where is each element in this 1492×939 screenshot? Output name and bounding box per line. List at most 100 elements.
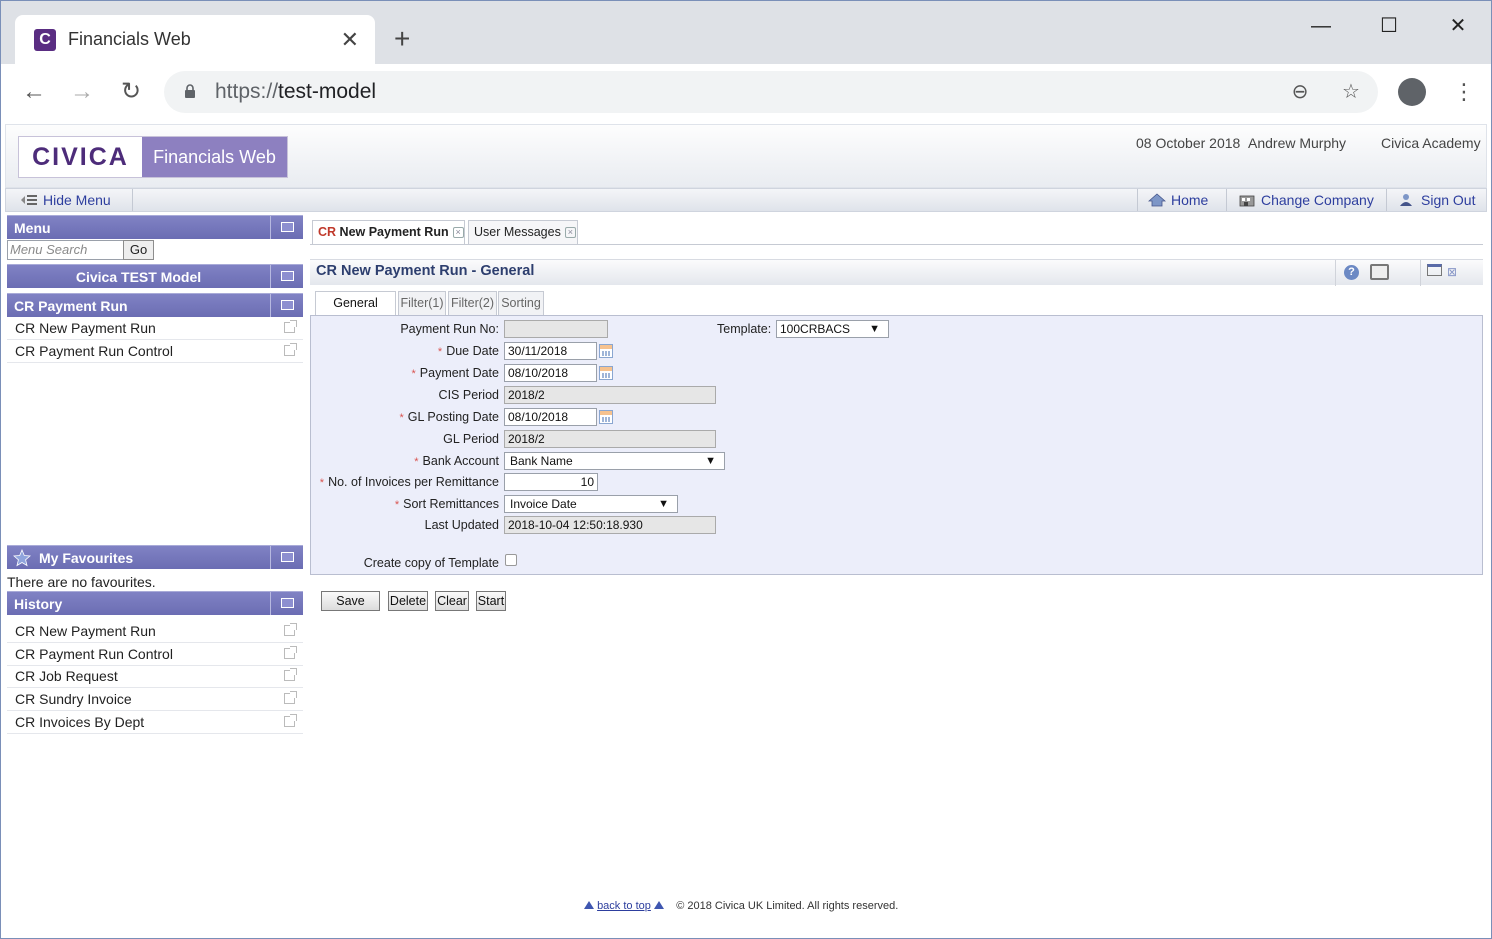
calendar-icon[interactable] bbox=[599, 366, 613, 380]
home-button[interactable]: Home bbox=[1148, 192, 1208, 208]
close-icon[interactable]: ✕ bbox=[341, 27, 359, 53]
new-tab-icon[interactable]: + bbox=[394, 23, 410, 55]
subtab-filter-1[interactable]: Filter(1) bbox=[398, 291, 446, 315]
menu-item-payment-run-control[interactable]: CR Payment Run Control bbox=[7, 340, 303, 363]
subtab-sorting[interactable]: Sorting bbox=[498, 291, 544, 315]
hide-menu-button[interactable]: Hide Menu bbox=[20, 192, 111, 208]
menu-panel-header: Menu bbox=[7, 215, 303, 239]
open-external-icon[interactable] bbox=[284, 691, 297, 704]
popout-window-icon[interactable] bbox=[1427, 264, 1442, 276]
profile-icon[interactable] bbox=[1398, 78, 1426, 106]
sign-out-button[interactable]: Sign Out bbox=[1398, 192, 1475, 208]
tab-new-payment-run[interactable]: CR New Payment Run × bbox=[312, 220, 465, 244]
last-updated-label: Last Updated bbox=[424, 518, 499, 532]
go-button[interactable]: Go bbox=[123, 240, 154, 260]
print-icon[interactable] bbox=[1370, 264, 1389, 280]
history-item-label: CR Job Request bbox=[15, 668, 118, 684]
menu-item-new-payment-run[interactable]: CR New Payment Run bbox=[7, 317, 303, 340]
open-external-icon[interactable] bbox=[284, 714, 297, 727]
clear-button[interactable]: Clear bbox=[435, 591, 469, 611]
required-marker: * bbox=[414, 456, 419, 468]
lock-icon bbox=[185, 84, 195, 98]
dropdown-arrow-icon: ▼ bbox=[705, 455, 716, 467]
forward-arrow-icon[interactable]: → bbox=[67, 77, 97, 107]
history-item[interactable]: CR Sundry Invoice bbox=[7, 688, 303, 711]
back-arrow-icon[interactable]: ← bbox=[19, 77, 49, 107]
maximize-icon[interactable]: ☐ bbox=[1374, 11, 1404, 41]
gl-posting-date-field[interactable]: 08/10/2018 bbox=[504, 408, 597, 426]
open-external-icon[interactable] bbox=[284, 623, 297, 636]
panel-toggle-button[interactable] bbox=[270, 294, 303, 317]
panel-toggle-button[interactable] bbox=[270, 216, 303, 239]
delete-button[interactable]: Delete bbox=[388, 591, 428, 611]
up-arrow-icon bbox=[584, 901, 594, 909]
browser-tab[interactable]: C Financials Web ✕ bbox=[15, 15, 375, 65]
history-item[interactable]: CR New Payment Run bbox=[7, 620, 303, 643]
sort-remittances-select[interactable]: Invoice Date ▼ bbox=[504, 495, 678, 513]
cis-period-field: 2018/2 bbox=[504, 386, 716, 404]
favourites-empty-text: There are no favourites. bbox=[7, 574, 156, 590]
tab-prefix: CR bbox=[318, 225, 337, 239]
sort-remittances-label: * Sort Remittances bbox=[394, 497, 499, 511]
open-external-icon[interactable] bbox=[284, 668, 297, 681]
bank-account-select[interactable]: Bank Name ▼ bbox=[504, 452, 725, 470]
general-form: Payment Run No: Template: 100CRBACS ▼ * Du… bbox=[310, 315, 1483, 575]
menu-search-input[interactable]: Menu Search bbox=[7, 240, 124, 260]
group-panel-header[interactable]: CR Payment Run bbox=[7, 293, 303, 317]
address-bar[interactable]: https://test-model ⊖ ☆ bbox=[164, 71, 1378, 113]
tab-close-icon[interactable]: × bbox=[564, 227, 576, 238]
zoom-out-icon[interactable]: ⊖ bbox=[1288, 80, 1312, 104]
window-close-icon[interactable]: ✕ bbox=[1443, 11, 1473, 41]
required-marker: * bbox=[394, 499, 400, 511]
bank-account-label: * Bank Account bbox=[414, 454, 499, 468]
back-to-top-link[interactable]: back to top bbox=[597, 900, 651, 912]
url-text: https://test-model bbox=[215, 80, 377, 103]
history-item[interactable]: CR Invoices By Dept bbox=[7, 711, 303, 734]
more-menu-icon[interactable]: ⋮ bbox=[1453, 77, 1475, 107]
logo-product: Financials Web bbox=[142, 137, 287, 177]
start-button[interactable]: Start bbox=[476, 591, 506, 611]
minimize-icon[interactable]: — bbox=[1306, 11, 1336, 41]
tab-close-icon[interactable]: × bbox=[452, 227, 464, 238]
invoices-per-remittance-label: * No. of Invoices per Remittance bbox=[319, 475, 499, 489]
subtab-filter-2[interactable]: Filter(2) bbox=[448, 291, 497, 315]
open-external-icon[interactable] bbox=[284, 343, 297, 356]
payment-date-field[interactable]: 08/10/2018 bbox=[504, 364, 597, 382]
panel-toggle-button[interactable] bbox=[270, 265, 303, 288]
browser-toolbar: ← → ↻ https://test-model ⊖ ☆ ⋮ bbox=[0, 64, 1492, 120]
calendar-icon[interactable] bbox=[599, 344, 613, 358]
header-company: Civica Academy bbox=[1381, 135, 1481, 151]
panel-toggle-button[interactable] bbox=[270, 592, 303, 615]
history-item[interactable]: CR Job Request bbox=[7, 665, 303, 688]
open-external-icon[interactable] bbox=[284, 320, 297, 333]
close-page-icon[interactable]: ⊠ bbox=[1447, 265, 1457, 279]
template-label: Template: bbox=[717, 322, 772, 336]
due-date-field[interactable]: 30/11/2018 bbox=[504, 342, 597, 360]
tab-user-messages[interactable]: User Messages × bbox=[468, 220, 578, 244]
up-arrow-icon bbox=[653, 901, 664, 909]
star-icon[interactable]: ☆ bbox=[1339, 80, 1363, 104]
create-copy-checkbox[interactable] bbox=[505, 554, 517, 566]
reload-icon[interactable]: ↻ bbox=[116, 77, 146, 107]
history-item[interactable]: CR Payment Run Control bbox=[7, 643, 303, 666]
panel-toggle-button[interactable] bbox=[270, 546, 303, 569]
open-external-icon[interactable] bbox=[284, 646, 297, 659]
create-copy-label: Create copy of Template bbox=[363, 556, 499, 570]
cis-period-label: CIS Period bbox=[438, 388, 499, 402]
template-value: 100CRBACS bbox=[780, 322, 851, 336]
logo: CIVICA Financials Web bbox=[18, 136, 288, 178]
model-panel-header[interactable]: Civica TEST Model bbox=[7, 264, 303, 288]
history-panel-header: History bbox=[7, 591, 303, 615]
subtab-general[interactable]: General bbox=[315, 291, 396, 317]
window-icon bbox=[281, 598, 294, 608]
template-select[interactable]: 100CRBACS ▼ bbox=[776, 320, 889, 338]
calendar-icon[interactable] bbox=[599, 410, 613, 424]
change-company-button[interactable]: Change Company bbox=[1238, 192, 1374, 208]
help-icon[interactable]: ? bbox=[1344, 265, 1359, 280]
save-button[interactable]: Save bbox=[321, 591, 380, 611]
menu-panel-title: Menu bbox=[14, 220, 51, 236]
invoices-per-remittance-field[interactable]: 10 bbox=[504, 473, 598, 491]
copyright-text: © 2018 Civica UK Limited. All rights res… bbox=[676, 900, 899, 912]
gl-posting-date-label: * GL Posting Date bbox=[399, 410, 499, 424]
gl-period-label: GL Period bbox=[443, 432, 499, 446]
